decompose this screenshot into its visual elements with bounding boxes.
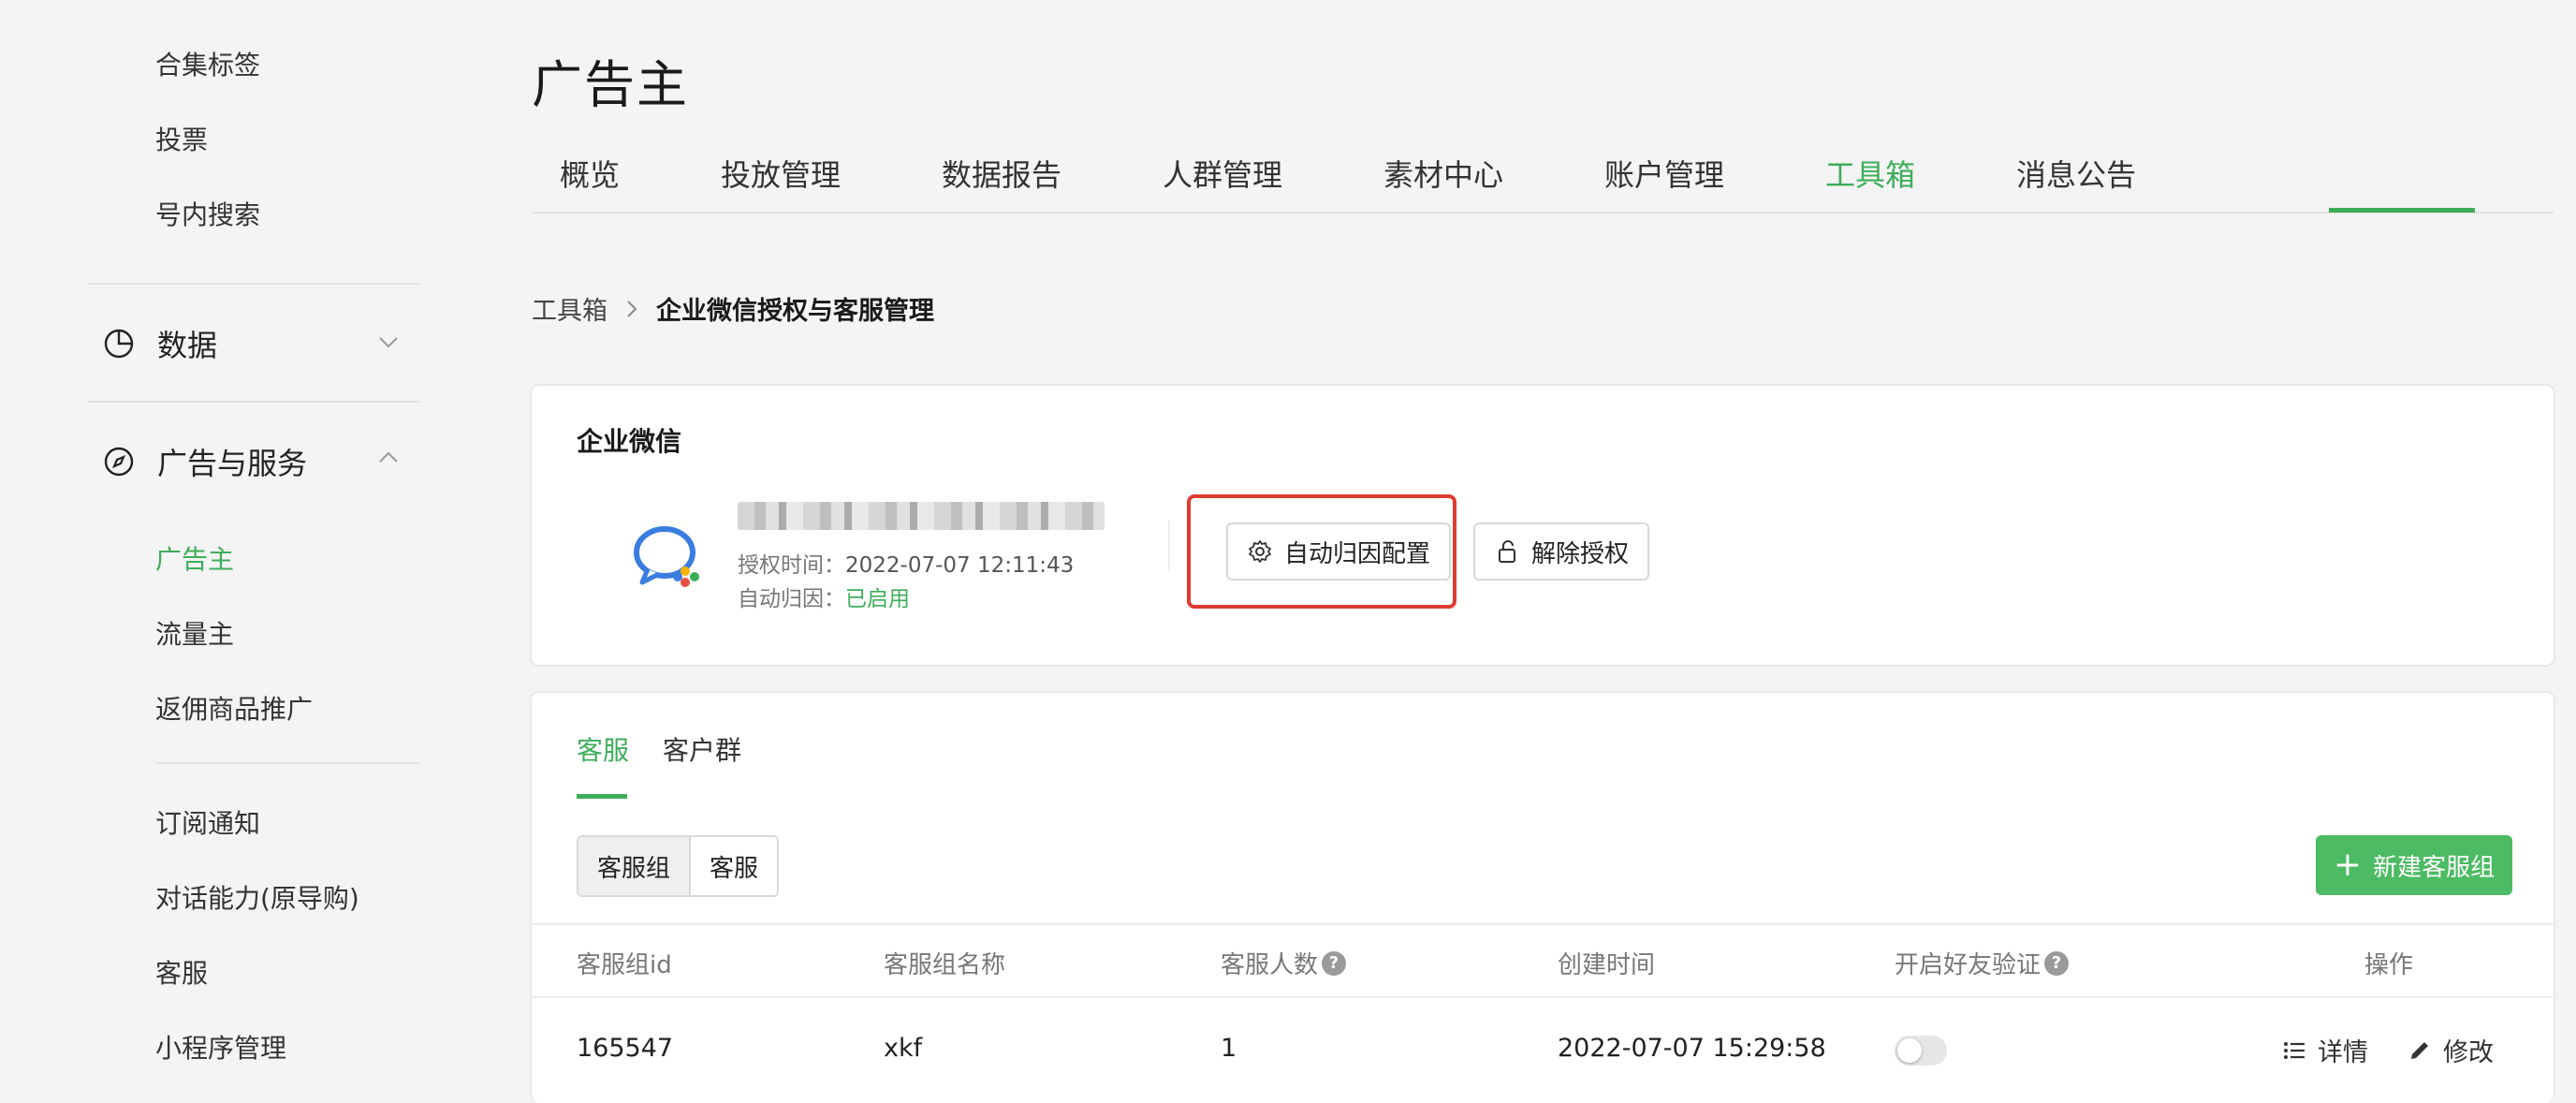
detail-button[interactable]: 详情 <box>2282 1032 2368 1068</box>
tab-account[interactable]: 账户管理 <box>1604 152 1724 213</box>
account-name-redacted <box>738 502 1105 530</box>
help-icon[interactable]: ? <box>2044 950 2070 976</box>
chevron-right-icon <box>621 298 643 320</box>
breadcrumb: 工具箱 企业微信授权与客服管理 <box>532 290 934 327</box>
tab-reports[interactable]: 数据报告 <box>942 152 1061 213</box>
edit-button[interactable]: 修改 <box>2408 1032 2494 1068</box>
breadcrumb-current: 企业微信授权与客服管理 <box>656 297 934 326</box>
column-header-created: 创建时间 <box>1558 946 1655 980</box>
revoke-authorization-button[interactable]: 解除授权 <box>1473 522 1649 581</box>
page-title: 广告主 <box>532 55 689 114</box>
tab-delivery[interactable]: 投放管理 <box>721 152 841 213</box>
sidebar: 合集标签 投票 号内搜索 数据 广告与服务 广告主 流量主 返佣商品推广 订阅通… <box>0 0 487 1103</box>
pencil-icon <box>2408 1038 2432 1063</box>
divider <box>1168 521 1170 571</box>
pie-chart-icon <box>103 328 135 360</box>
list-icon <box>2282 1038 2306 1063</box>
tab-toolbox[interactable]: 工具箱 <box>1825 152 1915 213</box>
compass-icon <box>103 446 135 478</box>
active-tab-indicator <box>2329 208 2475 213</box>
segment-service[interactable]: 客服 <box>691 837 778 895</box>
sidebar-item-service[interactable]: 客服 <box>155 953 208 991</box>
column-label: 客服人数 <box>1221 951 1319 979</box>
annotation-highlight-box <box>1187 494 1456 609</box>
sidebar-group-label: 数据 <box>157 328 218 363</box>
tab-materials[interactable]: 素材中心 <box>1383 152 1503 213</box>
help-icon[interactable]: ? <box>1322 950 1347 976</box>
sidebar-item-publisher[interactable]: 流量主 <box>155 614 234 652</box>
tab-audience[interactable]: 人群管理 <box>1163 152 1282 213</box>
cell-name: xkf <box>884 1034 923 1063</box>
auto-attribution: 自动归因：已启用 <box>738 581 910 612</box>
sidebar-item-dialog[interactable]: 对话能力(原导购) <box>155 878 359 916</box>
new-service-group-button[interactable]: + 新建客服组 <box>2316 835 2512 895</box>
column-header-name: 客服组名称 <box>884 946 1005 980</box>
chevron-up-icon[interactable] <box>376 446 401 470</box>
breadcrumb-parent[interactable]: 工具箱 <box>532 290 607 327</box>
cell-id: 165547 <box>577 1034 674 1063</box>
toggle-knob <box>1897 1038 1922 1063</box>
column-header-count: 客服人数 ? <box>1221 946 1347 980</box>
detail-label: 详情 <box>2318 1038 2368 1067</box>
column-label: 开启好友验证 <box>1895 951 2042 979</box>
column-header-actions: 操作 <box>2364 946 2413 980</box>
tab-announcements[interactable]: 消息公告 <box>2016 152 2136 213</box>
wecom-card: 企业微信 授权时间：2022-07-07 12:11:43 自动归因：已启用 自… <box>530 384 2555 667</box>
column-label: 操作 <box>2364 951 2414 979</box>
cell-created: 2022-07-07 15:29:58 <box>1558 1034 1826 1063</box>
unlock-icon <box>1494 538 1520 565</box>
wecom-card-title: 企业微信 <box>577 426 682 457</box>
chevron-down-icon[interactable] <box>376 330 401 354</box>
main-tabs: 概览 投放管理 数据报告 人群管理 素材中心 账户管理 工具箱 消息公告 <box>532 150 2554 213</box>
auth-time-label: 授权时间： <box>738 553 845 578</box>
table-row: 165547 xkf 1 2022-07-07 15:29:58 详情 修改 <box>532 998 2554 1101</box>
column-label: 客服组名称 <box>884 951 1006 979</box>
sidebar-divider <box>88 283 419 285</box>
auth-time: 授权时间：2022-07-07 12:11:43 <box>738 547 1074 579</box>
sidebar-item-advertiser[interactable]: 广告主 <box>155 539 234 577</box>
auto-attribution-label: 自动归因： <box>738 587 845 611</box>
wework-logo-icon <box>627 521 711 596</box>
sidebar-group-data[interactable]: 数据 <box>103 322 217 365</box>
table-header: 客服组id 客服组名称 客服人数 ? 创建时间 开启好友验证 ? 操作 <box>532 923 2554 998</box>
plus-icon: + <box>2333 846 2363 884</box>
tab-overview[interactable]: 概览 <box>560 152 620 213</box>
active-subtab-indicator <box>577 794 627 799</box>
column-label: 创建时间 <box>1558 951 1656 979</box>
sidebar-item-commission[interactable]: 返佣商品推广 <box>155 689 313 727</box>
sidebar-item-collection-tags[interactable]: 合集标签 <box>155 45 260 82</box>
friend-verify-toggle[interactable] <box>1895 1036 1947 1066</box>
column-header-verify: 开启好友验证 ? <box>1895 946 2070 980</box>
sidebar-group-ads-services[interactable]: 广告与服务 <box>103 440 307 483</box>
edit-label: 修改 <box>2443 1038 2494 1067</box>
column-header-id: 客服组id <box>577 946 672 980</box>
sidebar-divider <box>155 762 419 764</box>
column-label: 客服组id <box>577 951 672 979</box>
service-card: 客服 客户群 客服组 客服 + 新建客服组 客服组id 客服组名称 客服人数 ?… <box>530 691 2555 1103</box>
subtab-service[interactable]: 客服 <box>577 730 629 768</box>
revoke-button-label: 解除授权 <box>1530 539 1629 568</box>
sidebar-item-search[interactable]: 号内搜索 <box>155 195 260 232</box>
cell-count: 1 <box>1221 1034 1237 1063</box>
sidebar-item-miniprogram[interactable]: 小程序管理 <box>155 1028 286 1066</box>
view-segmented-control: 客服组 客服 <box>577 835 780 897</box>
auto-attribution-status: 已启用 <box>845 587 910 611</box>
auth-time-value: 2022-07-07 12:11:43 <box>845 553 1075 578</box>
sidebar-item-subscription[interactable]: 订阅通知 <box>155 803 260 841</box>
new-button-label: 新建客服组 <box>2373 853 2496 882</box>
sidebar-item-vote[interactable]: 投票 <box>155 120 208 157</box>
segment-service-group[interactable]: 客服组 <box>578 837 692 895</box>
sidebar-divider <box>88 401 419 403</box>
sidebar-group-label: 广告与服务 <box>157 446 308 481</box>
subtab-customer-group[interactable]: 客户群 <box>663 730 741 768</box>
